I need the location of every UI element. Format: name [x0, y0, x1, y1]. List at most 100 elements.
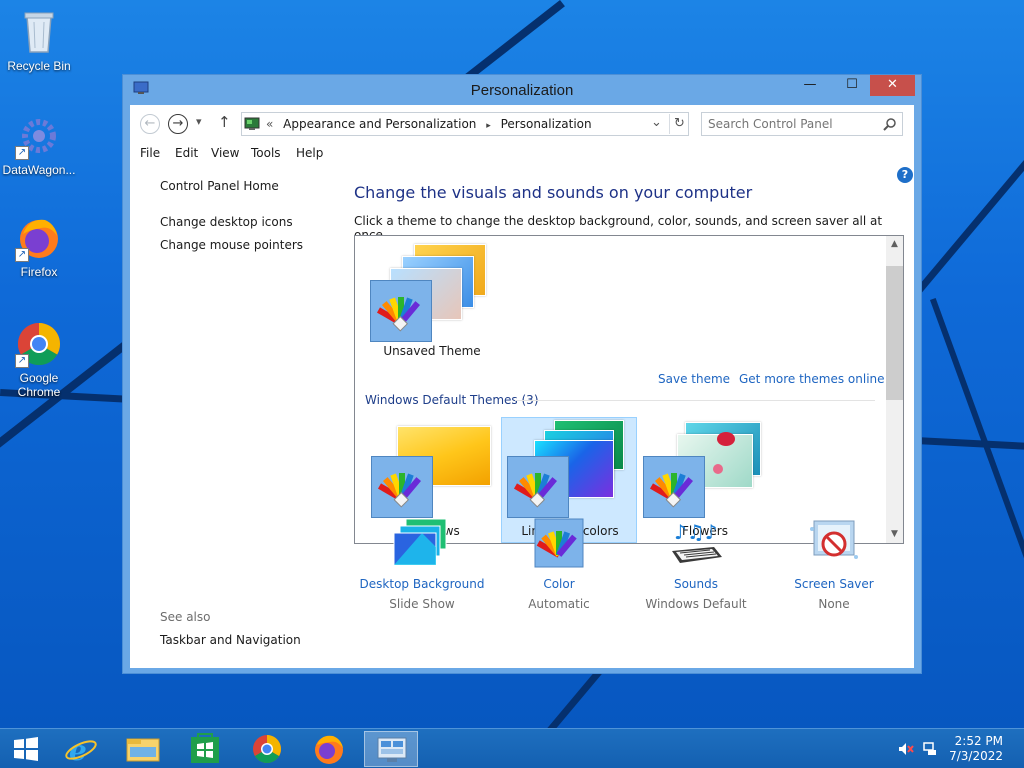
address-dropdown-button[interactable]: ⌄ [651, 115, 662, 130]
firefox-icon [315, 735, 343, 764]
system-clock[interactable]: 2:52 PM 7/3/2022 [949, 734, 1003, 764]
breadcrumb-overflow[interactable]: « [266, 117, 273, 131]
breadcrumb-personalization[interactable]: Personalization [501, 117, 592, 131]
datawagon-icon: ↗ [15, 112, 63, 160]
search-icon[interactable] [883, 117, 897, 131]
desktop-icon-label: Google Chrome [17, 371, 61, 399]
title-bar[interactable]: Personalization — ☐ ✕ [123, 75, 921, 105]
network-icon[interactable] [922, 741, 938, 757]
up-button[interactable]: ↑ [218, 113, 231, 131]
menu-tools[interactable]: Tools [251, 146, 281, 160]
setting-label[interactable]: Sounds [626, 577, 766, 591]
personalization-window: Personalization — ☐ ✕ ← → ▾ ↑ « Appearan… [122, 74, 922, 674]
chrome-icon [253, 735, 281, 763]
help-icon[interactable]: ? [897, 167, 913, 183]
control-panel-home-link[interactable]: Control Panel Home [160, 179, 279, 193]
color-palette-icon [643, 456, 705, 518]
internet-explorer-icon: e [65, 734, 97, 767]
theme-label: Unsaved Theme [383, 344, 481, 358]
breadcrumb: « Appearance and Personalization ▸ Perso… [266, 117, 592, 131]
setting-desktop-background[interactable]: Desktop Background Slide Show [352, 517, 492, 611]
desktop-icon-recycle-bin[interactable]: Recycle Bin [0, 8, 78, 73]
setting-label[interactable]: Screen Saver [764, 577, 904, 591]
see-also-label: See also [160, 610, 211, 624]
desktop-icon-datawagon[interactable]: ↗ DataWagon... [0, 112, 78, 177]
clock-time: 2:52 PM [954, 734, 1003, 748]
volume-muted-icon[interactable] [898, 741, 914, 757]
minimize-button[interactable]: — [796, 75, 824, 96]
get-more-themes-online-link[interactable]: Get more themes online [739, 372, 885, 386]
setting-label[interactable]: Color [489, 577, 629, 591]
address-bar[interactable]: « Appearance and Personalization ▸ Perso… [241, 112, 689, 136]
firefox-icon: ↗ [15, 214, 63, 262]
menu-file[interactable]: File [140, 146, 160, 160]
scroll-up-arrow-icon[interactable]: ▲ [886, 236, 903, 253]
setting-value: Slide Show [389, 597, 455, 611]
taskbar-file-explorer[interactable] [116, 731, 170, 767]
desktop-icon-chrome[interactable]: ↗ Google Chrome [0, 320, 78, 399]
clock-date: 7/3/2022 [949, 749, 1003, 763]
navigation-bar: ← → ▾ ↑ « Appearance and Personalization… [130, 105, 914, 141]
change-desktop-icons-link[interactable]: Change desktop icons [160, 215, 293, 229]
file-explorer-icon [126, 738, 160, 762]
windows-default-themes-header: Windows Default Themes (3) [365, 393, 539, 407]
flower-icon [717, 432, 735, 446]
taskbar-firefox[interactable] [302, 731, 356, 767]
recycle-bin-icon [15, 8, 63, 56]
taskbar-control-panel[interactable] [364, 731, 418, 767]
save-theme-link[interactable]: Save theme [658, 372, 730, 386]
window-client: ← → ▾ ↑ « Appearance and Personalization… [130, 105, 914, 668]
chrome-icon: ↗ [15, 320, 63, 368]
theme-list: Unsaved Theme Save theme Get more themes… [354, 235, 904, 544]
close-button[interactable]: ✕ [870, 75, 915, 96]
taskbar-internet-explorer[interactable]: e [54, 731, 108, 767]
maximize-button[interactable]: ☐ [838, 75, 866, 96]
back-button[interactable]: ← [140, 114, 160, 134]
menu-view[interactable]: View [211, 146, 239, 160]
setting-sounds[interactable]: ♪♫♪ Sounds Windows Default [626, 517, 766, 611]
setting-value: None [818, 597, 850, 611]
setting-value: Windows Default [645, 597, 747, 611]
desktop-icon-firefox[interactable]: ↗ Firefox [0, 214, 78, 279]
theme-unsaved-theme[interactable]: Unsaved Theme [364, 242, 500, 368]
setting-label[interactable]: Desktop Background [352, 577, 492, 591]
breadcrumb-separator[interactable]: ▸ [486, 121, 491, 131]
shortcut-arrow-icon: ↗ [15, 248, 29, 262]
taskbar-chrome[interactable] [240, 731, 294, 767]
change-mouse-pointers-link[interactable]: Change mouse pointers [160, 238, 303, 252]
setting-value: Automatic [528, 597, 590, 611]
color-palette-icon [507, 456, 569, 518]
svg-text:e: e [69, 734, 87, 767]
shortcut-arrow-icon: ↗ [15, 146, 29, 160]
breadcrumb-appearance-and-personalization[interactable]: Appearance and Personalization [283, 117, 476, 131]
start-button[interactable] [0, 731, 54, 767]
setting-screen-saver[interactable]: Screen Saver None [764, 517, 904, 611]
taskbar-store[interactable] [178, 731, 232, 767]
menu-help[interactable]: Help [296, 146, 323, 160]
menu-bar: File Edit View Tools Help [130, 143, 914, 165]
sounds-icon: ♪♫♪ [666, 517, 726, 571]
start-icon [14, 737, 38, 761]
store-icon [191, 733, 219, 763]
search-input[interactable] [708, 116, 878, 132]
setting-color[interactable]: Color Automatic [489, 517, 629, 611]
desktop-icon-label: DataWagon... [2, 163, 76, 177]
desktop-icon-label: Firefox [20, 265, 58, 279]
search-box [701, 112, 903, 136]
theme-list-scrollbar[interactable]: ▲ ▼ [886, 236, 903, 543]
group-divider [515, 400, 875, 401]
color-palette-icon [371, 456, 433, 518]
scrollbar-thumb[interactable] [886, 266, 903, 400]
control-panel-icon [244, 116, 260, 132]
taskbar-and-navigation-link[interactable]: Taskbar and Navigation [160, 633, 301, 647]
recent-pages-dropdown[interactable]: ▾ [196, 115, 202, 128]
forward-button[interactable]: → [168, 114, 188, 134]
flower-icon [713, 464, 723, 474]
shortcut-arrow-icon: ↗ [15, 354, 29, 368]
menu-edit[interactable]: Edit [175, 146, 198, 160]
control-panel-icon [377, 737, 407, 762]
color-icon [529, 517, 589, 571]
desktop-background-icon [392, 517, 452, 571]
refresh-button[interactable]: ↻ [669, 114, 689, 134]
wallpaper-beam [930, 297, 1024, 728]
